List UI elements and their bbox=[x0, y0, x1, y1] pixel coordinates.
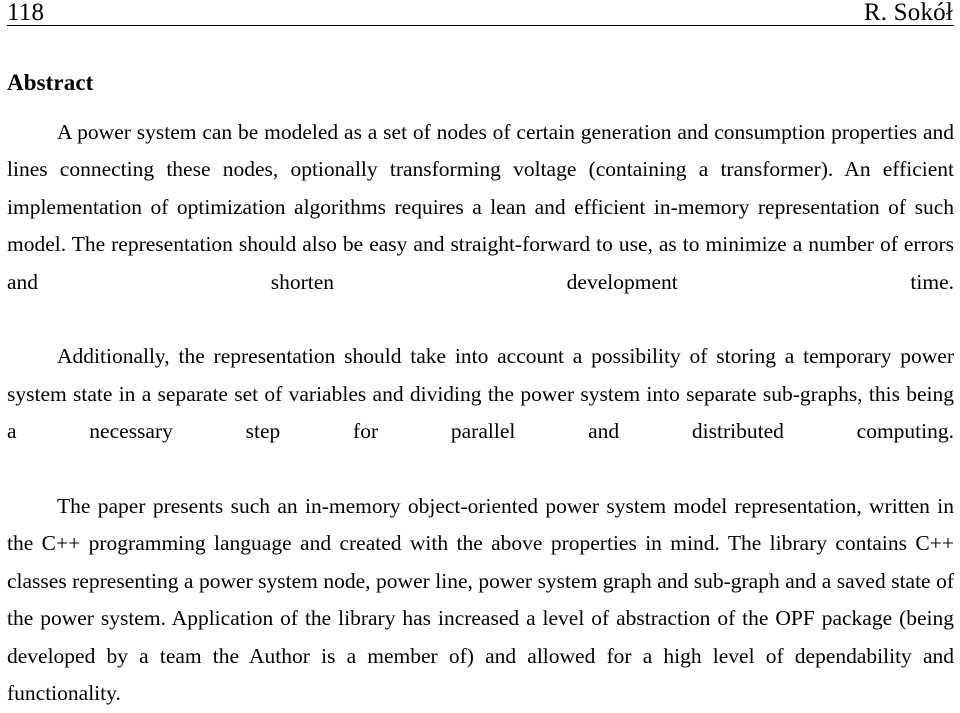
document-page: 118 R. Sokół Abstract A power system can… bbox=[0, 0, 960, 705]
abstract-paragraph: A power system can be modeled as a set o… bbox=[7, 120, 954, 294]
abstract-paragraph: The paper presents such an in-memory obj… bbox=[7, 494, 954, 706]
abstract-body: A power system can be modeled as a set o… bbox=[7, 114, 954, 713]
header-rule bbox=[7, 25, 954, 26]
abstract-paragraph: Additionally, the representation should … bbox=[7, 344, 954, 444]
running-header: 118 R. Sokół bbox=[7, 0, 954, 28]
running-head-author: R. Sokół bbox=[863, 0, 953, 26]
page-number: 118 bbox=[7, 0, 45, 26]
page-title: Abstract bbox=[7, 70, 94, 95]
